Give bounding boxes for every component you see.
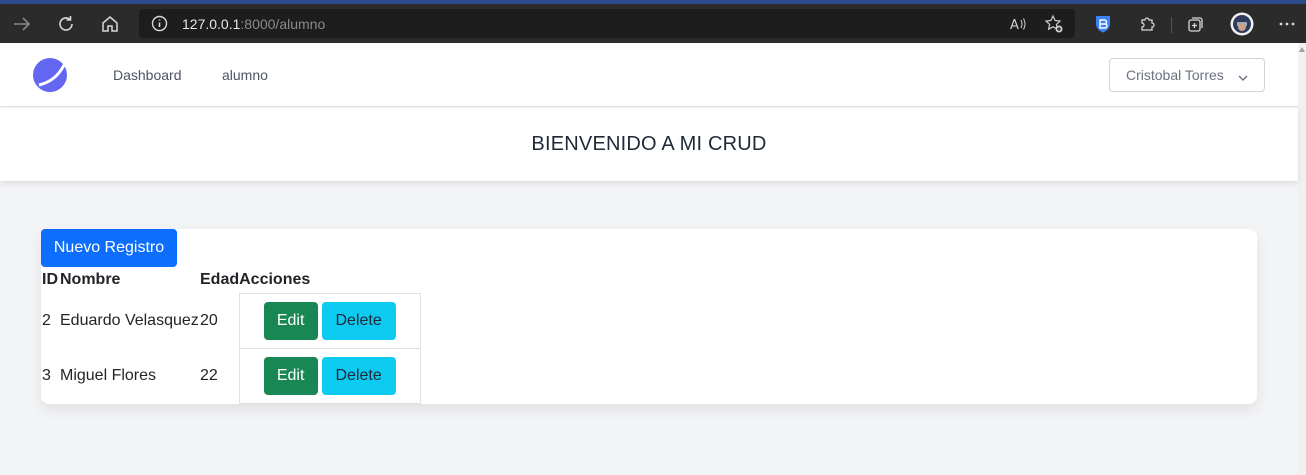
- cell-edad: 22: [200, 366, 218, 384]
- nav-link-dashboard[interactable]: Dashboard: [113, 67, 182, 83]
- new-record-button[interactable]: Nuevo Registro: [41, 229, 177, 267]
- address-bar[interactable]: 127.0.0.1:8000/alumno A: [139, 9, 1075, 38]
- cell-edad: 20: [200, 311, 218, 329]
- table-row: 2 Eduardo Velasquez 20 Edit Delete: [41, 292, 421, 349]
- forward-icon[interactable]: [9, 11, 35, 37]
- column-header-acciones: Acciones: [239, 270, 311, 288]
- edit-button[interactable]: Edit: [263, 356, 318, 395]
- collections-icon[interactable]: [1184, 12, 1208, 36]
- cell-nombre: Miguel Flores: [60, 366, 157, 384]
- user-menu-button[interactable]: Cristobal Torres: [1109, 58, 1265, 92]
- profile-avatar-icon[interactable]: [1230, 12, 1254, 36]
- read-aloud-icon[interactable]: A: [1009, 14, 1029, 34]
- url-host: 127.0.0.1: [182, 16, 241, 32]
- refresh-icon[interactable]: [53, 11, 79, 37]
- cell-actions: Edit Delete: [238, 292, 421, 349]
- site-info-icon[interactable]: [151, 15, 168, 37]
- extensions-puzzle-icon[interactable]: [1136, 12, 1160, 36]
- cell-actions: Edit Delete: [238, 347, 421, 404]
- svg-text:A: A: [1010, 18, 1019, 31]
- user-name: Cristobal Torres: [1126, 67, 1224, 83]
- chevron-down-icon: [1238, 70, 1248, 86]
- bitwarden-extension-icon[interactable]: [1091, 12, 1115, 36]
- column-header-edad: Edad: [200, 271, 240, 288]
- edit-button[interactable]: Edit: [263, 301, 318, 340]
- delete-button[interactable]: Delete: [321, 356, 396, 395]
- cell-id: 3: [42, 366, 51, 384]
- content-card: Nuevo Registro ID Nombre Edad Acciones 2…: [41, 229, 1257, 404]
- cell-id: 2: [42, 311, 51, 329]
- column-header-id: ID: [42, 271, 58, 288]
- table-header-row: ID Nombre Edad Acciones: [41, 267, 420, 293]
- column-header-nombre: Nombre: [60, 271, 121, 288]
- cell-nombre: Eduardo Velasquez: [60, 311, 199, 329]
- delete-button[interactable]: Delete: [321, 301, 396, 340]
- scroll-up-icon[interactable]: [1299, 47, 1305, 52]
- more-menu-icon[interactable]: [1275, 12, 1299, 36]
- toolbar-divider: [1171, 17, 1172, 33]
- page-header: BIENVENIDO A MI CRUD: [0, 108, 1298, 181]
- url-path: :8000/alumno: [240, 16, 326, 32]
- favorite-add-icon[interactable]: [1044, 14, 1064, 34]
- app-logo[interactable]: [32, 57, 68, 93]
- students-table: ID Nombre Edad Acciones 2 Eduardo Velasq…: [41, 267, 421, 404]
- home-icon[interactable]: [97, 11, 123, 37]
- browser-toolbar: 127.0.0.1:8000/alumno A: [0, 4, 1306, 43]
- nav-link-alumno[interactable]: alumno: [222, 67, 268, 83]
- app-navbar: Dashboard alumno Cristobal Torres: [0, 43, 1298, 107]
- table-row: 3 Miguel Flores 22 Edit Delete: [41, 347, 421, 404]
- page-title: BIENVENIDO A MI CRUD: [531, 133, 767, 155]
- page-scrollbar[interactable]: [1298, 43, 1306, 475]
- url-text: 127.0.0.1:8000/alumno: [182, 16, 325, 32]
